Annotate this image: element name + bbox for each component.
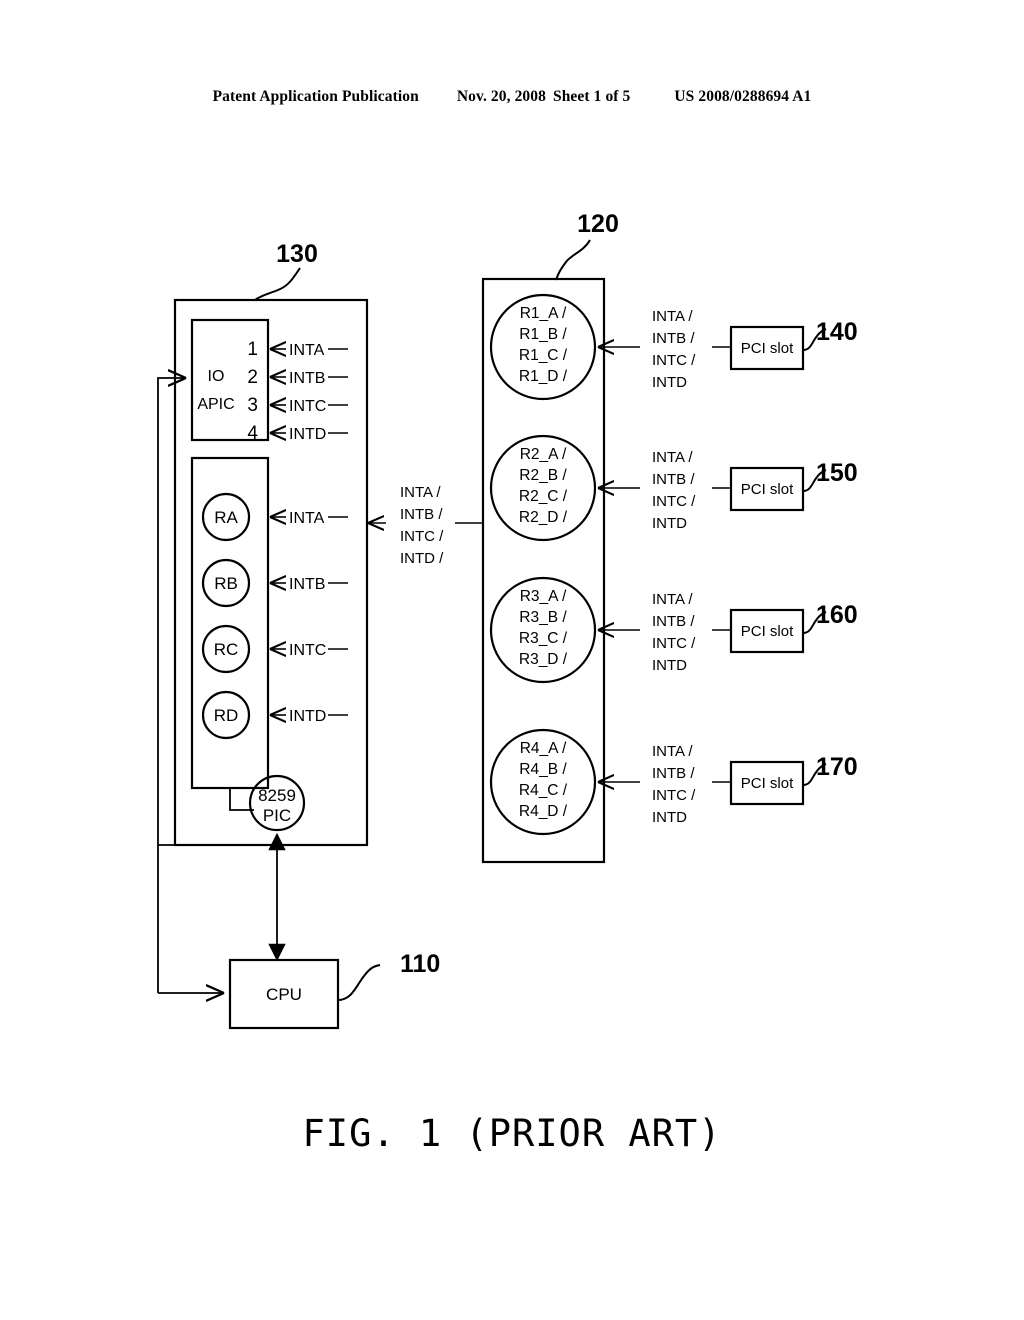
router-2-line-d: R2_D / — [519, 509, 568, 526]
register-ra-label: RA — [214, 508, 238, 527]
register-rb-signal: INTB — [289, 576, 325, 593]
router-1-line-b: R1_B / — [519, 326, 567, 343]
bus-label-inta: INTA / — [400, 484, 441, 501]
router-3-line-b: R3_B / — [519, 609, 567, 626]
bus-label-intd: INTD / — [400, 550, 444, 567]
ref-120-leader: 120 — [555, 210, 619, 281]
pci-slot-label-170: PCI slot — [741, 775, 794, 792]
io-apic-signal-intc: INTC — [289, 398, 326, 415]
ref-number-110: 110 — [400, 950, 440, 978]
router-2-slot-signal-a: INTA / — [652, 449, 693, 466]
router-1-line-a: R1_A / — [520, 305, 567, 322]
router-1-slot-signal-c: INTC / — [652, 352, 696, 369]
router-4-line-c: R4_C / — [519, 782, 568, 799]
register-rb-label: RB — [214, 574, 238, 593]
router-2-slot-signal-b: INTB / — [652, 471, 695, 488]
router-2-line-b: R2_B / — [519, 467, 567, 484]
bus-label-intc: INTC / — [400, 528, 444, 545]
cpu-to-apic-feedback-wire — [157, 378, 186, 993]
bus-label-intb: INTB / — [400, 506, 443, 523]
router-3-slot-signal-a: INTA / — [652, 591, 693, 608]
pic-8259-label-line2: PIC — [263, 806, 291, 825]
router-1-group: R1_A / R1_B / R1_C / R1_D / INTA / INTB … — [489, 293, 858, 401]
io-apic-label-line1: IO — [208, 368, 225, 385]
io-apic-pin-4: 4 — [247, 423, 258, 444]
io-apic-pin-1: 1 — [247, 339, 258, 360]
router-4-slot-signal-a: INTA / — [652, 743, 693, 760]
router-1-slot-signal-b: INTB / — [652, 330, 695, 347]
router-4-slot-signal-d: INTD — [652, 809, 687, 826]
router-4-line-d: R4_D / — [519, 803, 568, 820]
router-3-line-c: R3_C / — [519, 630, 568, 647]
central-interrupt-bus-label: INTA / INTB / INTC / INTD / — [368, 484, 483, 567]
register-rc-label: RC — [214, 640, 239, 659]
router-2-line-a: R2_A / — [520, 446, 567, 463]
router-3-line-d: R3_D / — [519, 651, 568, 668]
router-4-slot-signal-c: INTC / — [652, 787, 696, 804]
register-rc-signal: INTC — [289, 642, 326, 659]
router-3-line-a: R3_A / — [520, 588, 567, 605]
router-1-line-d: R1_D / — [519, 368, 568, 385]
router-4-slot-signal-b: INTB / — [652, 765, 695, 782]
router-3-slot-signal-c: INTC / — [652, 635, 696, 652]
ref-130-leader: 130 — [254, 240, 318, 301]
io-apic-signal-inta: INTA — [289, 342, 325, 359]
router-2-group: R2_A / R2_B / R2_C / R2_D / INTA / INTB … — [489, 434, 858, 542]
ref-number-140: 140 — [816, 318, 858, 346]
pic-8259-label-line1: 8259 — [258, 786, 296, 805]
router-1-slot-signal-a: INTA / — [652, 308, 693, 325]
ref-number-130: 130 — [276, 240, 318, 268]
router-3-slot-signal-d: INTD — [652, 657, 687, 674]
router-4-line-a: R4_A / — [520, 740, 567, 757]
router-2-line-c: R2_C / — [519, 488, 568, 505]
pci-slot-label-150: PCI slot — [741, 481, 794, 498]
router-3-slot-signal-b: INTB / — [652, 613, 695, 630]
router-4-group: R4_A / R4_B / R4_C / R4_D / INTA / INTB … — [489, 728, 858, 836]
interrupt-controller-block-130 — [173, 298, 369, 847]
ref-number-150: 150 — [816, 459, 858, 487]
ref-number-160: 160 — [816, 601, 858, 629]
register-rd-label: RD — [214, 706, 239, 725]
router-4-line-b: R4_B / — [519, 761, 567, 778]
router-2-slot-signal-d: INTD — [652, 515, 687, 532]
patent-figure-page: Patent Application Publication Nov. 20, … — [0, 0, 1024, 1320]
io-apic-pin-3: 3 — [247, 395, 258, 416]
router-1-slot-signal-d: INTD — [652, 374, 687, 391]
io-apic-int-lines: INTA INTB INTC INTD — [270, 342, 348, 443]
io-apic-signal-intb: INTB — [289, 370, 325, 387]
register-ra-signal: INTA — [289, 510, 325, 527]
ref-number-120: 120 — [577, 210, 619, 238]
register-rd-signal: INTD — [289, 708, 326, 725]
ref-number-170: 170 — [816, 753, 858, 781]
io-apic-label-line2: APIC — [197, 396, 234, 413]
pci-slot-label-140: PCI slot — [741, 340, 794, 357]
router-1-line-c: R1_C / — [519, 347, 568, 364]
router-3-group: R3_A / R3_B / R3_C / R3_D / INTA / INTB … — [489, 576, 858, 684]
io-apic-signal-intd: INTD — [289, 426, 326, 443]
cpu-label: CPU — [266, 985, 302, 1004]
router-2-slot-signal-c: INTC / — [652, 493, 696, 510]
ref-110-leader — [337, 964, 381, 1001]
pci-slot-label-160: PCI slot — [741, 623, 794, 640]
figure-caption: FIG. 1 (PRIOR ART) — [302, 1112, 722, 1155]
io-apic-pin-2: 2 — [247, 367, 258, 388]
